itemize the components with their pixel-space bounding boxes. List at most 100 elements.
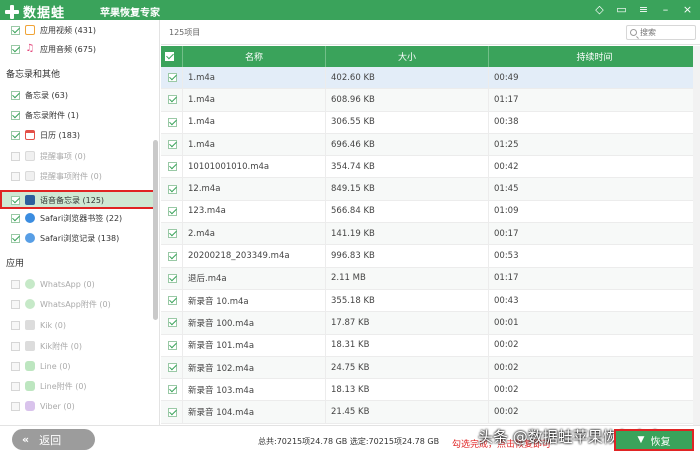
row-checkbox[interactable] xyxy=(167,162,177,172)
search-input[interactable] xyxy=(640,28,692,37)
row-checkbox-cell[interactable] xyxy=(161,356,183,379)
table-row[interactable]: 12.m4a 849.15 KB 01:45 xyxy=(161,178,700,201)
checkbox[interactable] xyxy=(11,110,20,120)
row-checkbox-cell[interactable] xyxy=(161,223,183,245)
row-checkbox[interactable] xyxy=(167,407,177,417)
sidebar-item-whatsapp-attachments[interactable]: WhatsApp附件 (0) xyxy=(11,296,111,312)
column-header-name[interactable]: 名称 xyxy=(183,46,326,67)
sidebar-item-reminders[interactable]: 提醒事项 (0) xyxy=(11,148,86,164)
row-checkbox[interactable] xyxy=(167,385,177,395)
select-all-checkbox[interactable] xyxy=(164,52,174,61)
close-icon[interactable]: × xyxy=(681,3,694,16)
checkbox[interactable] xyxy=(11,195,20,205)
search-box[interactable] xyxy=(626,25,696,40)
checkbox[interactable] xyxy=(11,151,20,161)
sidebar-item-safari-history[interactable]: Safari浏览记录 (138) xyxy=(11,230,119,246)
row-checkbox[interactable] xyxy=(167,206,177,216)
checkbox[interactable] xyxy=(11,320,20,330)
column-header-duration[interactable]: 持续时间 xyxy=(489,46,700,67)
table-row[interactable]: 新录音 10.m4a 355.18 KB 00:43 xyxy=(161,289,700,313)
row-checkbox-cell[interactable] xyxy=(161,245,183,267)
row-checkbox[interactable] xyxy=(167,340,177,350)
chat-icon[interactable]: ▭ xyxy=(615,3,628,16)
row-checkbox-cell[interactable] xyxy=(161,312,183,334)
sidebar-item-whatsapp[interactable]: WhatsApp (0) xyxy=(11,276,95,292)
row-checkbox[interactable] xyxy=(167,184,177,194)
cell-duration: 01:25 xyxy=(494,139,519,150)
table-row[interactable]: 1.m4a 696.46 KB 01:25 xyxy=(161,133,700,157)
table-row[interactable]: 退后.m4a 2.11 MB 01:17 xyxy=(161,267,700,290)
table-row[interactable]: 新录音 103.m4a 18.13 KB 00:02 xyxy=(161,379,700,402)
table-row[interactable]: 新录音 100.m4a 17.87 KB 00:01 xyxy=(161,312,700,335)
row-checkbox-cell[interactable] xyxy=(161,156,183,178)
table-row[interactable]: 新录音 102.m4a 24.75 KB 00:02 xyxy=(161,356,700,380)
sidebar-item-voice-memos[interactable]: 语音备忘录 (125) xyxy=(11,192,104,208)
sidebar-item-line-attachments[interactable]: Line附件 (0) xyxy=(11,378,87,394)
diamond-icon[interactable]: ◇ xyxy=(593,3,606,16)
row-checkbox[interactable] xyxy=(167,363,177,372)
checkbox[interactable] xyxy=(11,361,20,371)
checkbox[interactable] xyxy=(11,279,20,289)
table-row[interactable]: 新录音 104.m4a 21.45 KB 00:02 xyxy=(161,401,700,424)
sidebar-item-kik[interactable]: Kik (0) xyxy=(11,317,66,333)
minimize-icon[interactable]: – xyxy=(659,3,672,16)
sidebar-item-kik-attachments[interactable]: Kik附件 (0) xyxy=(11,338,82,354)
checkbox[interactable] xyxy=(11,25,20,35)
table-row[interactable]: 10101001010.m4a 354.74 KB 00:42 xyxy=(161,156,700,179)
checkbox[interactable] xyxy=(11,130,20,140)
column-header-size[interactable]: 大小 xyxy=(326,46,489,67)
row-checkbox-cell[interactable] xyxy=(161,178,183,200)
table-row[interactable]: 123.m4a 566.84 KB 01:09 xyxy=(161,200,700,224)
sidebar-item-calendar[interactable]: 日历 (183) xyxy=(11,127,80,143)
table-row[interactable]: 2.m4a 141.19 KB 00:17 xyxy=(161,223,700,246)
row-checkbox-cell[interactable] xyxy=(161,401,183,423)
checkbox[interactable] xyxy=(11,401,20,411)
sidebar-item-viber[interactable]: Viber (0) xyxy=(11,398,75,414)
sidebar-scrollbar[interactable] xyxy=(153,20,158,425)
row-checkbox[interactable] xyxy=(167,273,177,283)
table-row[interactable]: 1.m4a 608.96 KB 01:17 xyxy=(161,89,700,112)
sidebar-item-safari-bookmarks[interactable]: Safari浏览器书签 (22) xyxy=(11,210,122,226)
sidebar-scroll-thumb[interactable] xyxy=(153,140,158,320)
row-checkbox[interactable] xyxy=(167,296,177,306)
checkbox[interactable] xyxy=(11,341,20,351)
sidebar-item-line[interactable]: Line (0) xyxy=(11,358,71,374)
row-checkbox-cell[interactable] xyxy=(161,111,183,133)
checkbox[interactable] xyxy=(11,381,20,391)
table-row[interactable]: 1.m4a 402.60 KB 00:49 xyxy=(161,67,700,90)
checkbox[interactable] xyxy=(11,299,20,309)
row-checkbox-cell[interactable] xyxy=(161,379,183,401)
settings-icon[interactable]: ≡ xyxy=(637,3,650,16)
checkbox[interactable] xyxy=(11,233,20,243)
row-checkbox-cell[interactable] xyxy=(161,67,183,89)
row-checkbox[interactable] xyxy=(167,95,177,105)
checkbox[interactable] xyxy=(11,171,20,181)
row-checkbox-cell[interactable] xyxy=(161,334,183,356)
table-row[interactable]: 1.m4a 306.55 KB 00:38 xyxy=(161,111,700,134)
row-checkbox-cell[interactable] xyxy=(161,289,183,312)
table-row[interactable]: 20200218_203349.m4a 996.83 KB 00:53 xyxy=(161,245,700,268)
sidebar-item-reminder-attachments[interactable]: 提醒事项附件 (0) xyxy=(11,168,102,184)
select-all-cell[interactable] xyxy=(161,46,183,67)
table-row[interactable]: 新录音 101.m4a 18.31 KB 00:02 xyxy=(161,334,700,357)
recover-button[interactable]: ▼ 恢复 xyxy=(614,429,694,451)
row-checkbox-cell[interactable] xyxy=(161,200,183,223)
row-checkbox[interactable] xyxy=(167,117,177,127)
sidebar-item-app-audio[interactable]: ♫ 应用音频 (675) xyxy=(11,41,96,57)
row-checkbox-cell[interactable] xyxy=(161,133,183,156)
sidebar-item-notes[interactable]: 备忘录 (63) xyxy=(11,87,473,108)
table-scrollbar[interactable] xyxy=(693,46,700,425)
row-checkbox[interactable] xyxy=(167,251,177,261)
row-checkbox[interactable] xyxy=(167,318,177,328)
row-checkbox-cell[interactable] xyxy=(161,89,183,111)
row-checkbox[interactable] xyxy=(167,229,177,239)
checkbox[interactable] xyxy=(11,44,20,54)
row-checkbox-cell[interactable] xyxy=(161,267,183,289)
back-button[interactable]: « 返回 xyxy=(12,429,95,450)
row-checkbox[interactable] xyxy=(167,140,177,150)
row-checkbox[interactable] xyxy=(167,73,177,83)
checkbox[interactable] xyxy=(11,213,20,223)
sidebar-item-note-attachments[interactable]: 备忘录附件 (1) xyxy=(11,107,473,128)
sidebar-item-app-video[interactable]: 应用视频 (431) xyxy=(11,22,96,38)
checkbox[interactable] xyxy=(11,90,20,100)
